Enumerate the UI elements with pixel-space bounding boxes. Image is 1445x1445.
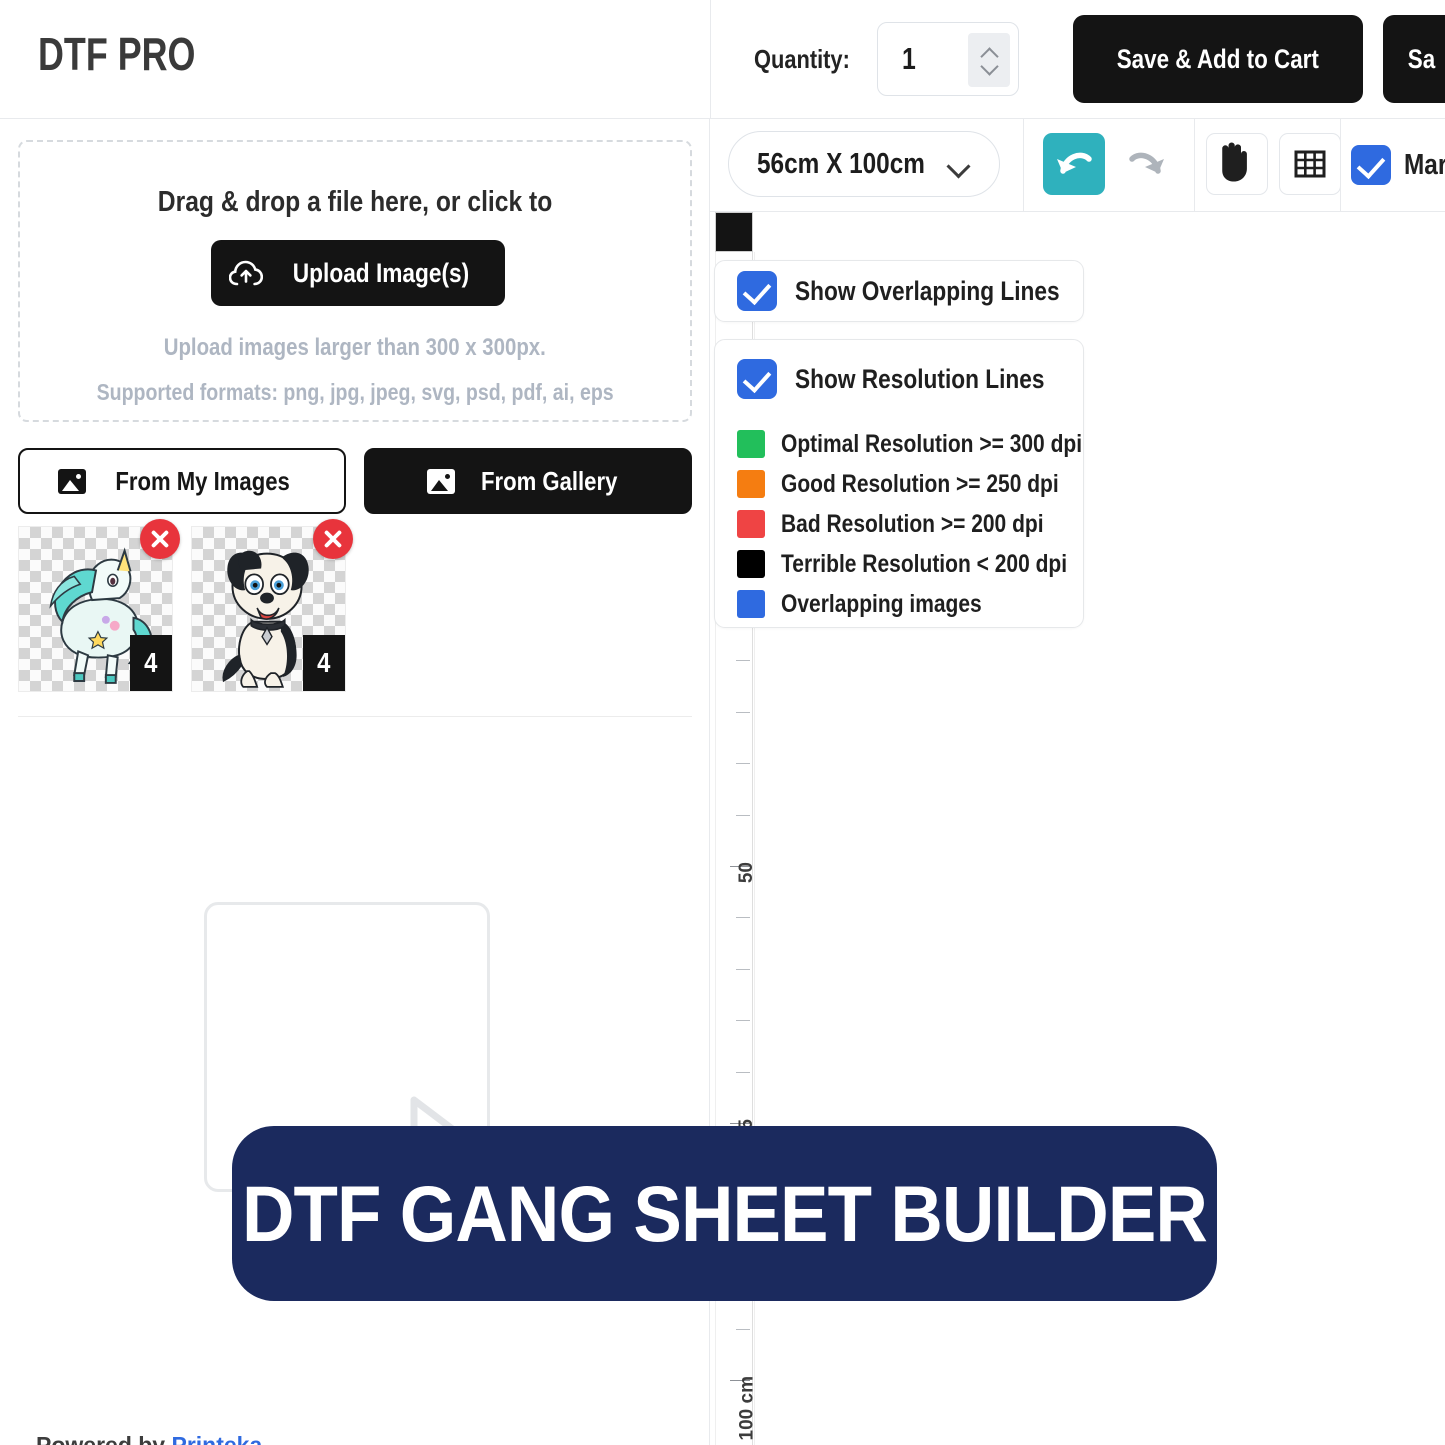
from-gallery-button[interactable]: From Gallery	[364, 448, 692, 514]
dropzone-formats-hint: Supported formats: png, jpg, jpeg, svg, …	[96, 379, 614, 405]
checkbox-checked-icon[interactable]	[737, 359, 777, 399]
delete-thumbnail-button[interactable]	[140, 519, 180, 559]
ruler-tick-minor	[736, 763, 750, 765]
from-my-images-label: From My Images	[115, 465, 291, 496]
toolbar-divider	[1194, 119, 1195, 212]
upload-images-button[interactable]: Upload Image(s)	[211, 240, 505, 306]
ruler-tick-minor	[736, 968, 750, 970]
legend-item-label: Terrible Resolution < 200 dpi	[781, 549, 1068, 578]
app-logo: DTF PRO	[38, 28, 196, 80]
show-resolution-lines-label: Show Resolution Lines	[795, 363, 1045, 394]
chevron-down-icon	[946, 154, 971, 179]
save-button-partial-label: Sa	[1407, 43, 1436, 74]
ruler-tick-minor	[736, 1071, 750, 1073]
show-overlapping-lines-label: Show Overlapping Lines	[795, 275, 1060, 306]
canvas-toolbar: 56cm X 100cm Mar	[710, 119, 1445, 212]
resolution-legend-item: Optimal Resolution >= 300 dpi	[737, 424, 1139, 464]
chevron-down-icon[interactable]	[982, 63, 997, 72]
from-gallery-label: From Gallery	[480, 465, 618, 496]
image-source-buttons: From My Images From Gallery	[18, 448, 692, 514]
powered-by-footer: Powered by Printeka	[36, 1432, 262, 1445]
grid-toggle-button[interactable]	[1279, 133, 1341, 195]
resolution-legend-list: Optimal Resolution >= 300 dpi Good Resolu…	[737, 424, 1139, 624]
legend-color-swatch	[737, 550, 765, 578]
dtf-gang-sheet-builder-app: DTF PRO Quantity: 1 Save & Add to Cart S…	[0, 0, 1445, 1445]
undo-icon	[1057, 152, 1092, 174]
promo-banner-text: DTF GANG SHEET BUILDER	[242, 1168, 1208, 1258]
show-overlapping-lines-panel[interactable]: Show Overlapping Lines	[714, 260, 1084, 322]
resolution-legend-item: Terrible Resolution < 200 dpi	[737, 544, 1139, 584]
legend-item-label: Optimal Resolution >= 300 dpi	[781, 429, 1083, 458]
sheet-size-select[interactable]: 56cm X 100cm	[728, 131, 1000, 197]
dropzone-size-hint: Upload images larger than 300 x 300px.	[163, 334, 547, 361]
thumbnail-count-badge: 4	[130, 635, 172, 691]
pan-tool-button[interactable]	[1206, 133, 1268, 195]
dropzone-title: Drag & drop a file here, or click to	[157, 186, 553, 218]
quantity-input[interactable]: 1	[877, 22, 1019, 96]
margin-checkbox[interactable]: Margin	[1351, 145, 1445, 185]
resolution-legend-item: Overlapping images	[737, 584, 1139, 624]
app-header: DTF PRO Quantity: 1 Save & Add to Cart S…	[0, 0, 1445, 119]
thumbnail-count-badge: 4	[303, 635, 345, 691]
quantity-stepper[interactable]	[968, 33, 1010, 87]
ruler-tick-minor	[736, 814, 750, 816]
ruler-tick-minor	[736, 711, 750, 713]
thumbnail-item[interactable]: 4	[18, 519, 180, 692]
cloud-upload-icon	[229, 260, 264, 286]
legend-color-swatch	[737, 470, 765, 498]
resolution-legend-item: Good Resolution >= 250 dpi	[737, 464, 1139, 504]
checkbox-checked-icon	[1351, 145, 1391, 185]
powered-by-brand[interactable]: Printeka	[171, 1432, 262, 1445]
powered-by-prefix: Powered by	[36, 1432, 172, 1445]
legend-item-label: Overlapping images	[781, 589, 982, 618]
legend-color-swatch	[737, 430, 765, 458]
ruler-tick-minor	[736, 1020, 750, 1022]
save-and-add-to-cart-label: Save & Add to Cart	[1116, 43, 1320, 74]
show-resolution-lines-panel[interactable]: Show Resolution Lines Optimal Resolution…	[714, 339, 1084, 628]
panel-divider	[18, 716, 692, 717]
redo-button[interactable]	[1116, 133, 1178, 195]
file-dropzone[interactable]: Drag & drop a file here, or click to Upl…	[18, 140, 692, 422]
hand-icon	[1222, 142, 1247, 182]
image-icon	[426, 468, 455, 494]
legend-color-swatch	[737, 590, 765, 618]
from-my-images-button[interactable]: From My Images	[18, 448, 346, 514]
legend-item-label: Bad Resolution >= 200 dpi	[781, 509, 1044, 538]
quantity-label: Quantity:	[754, 44, 850, 74]
resolution-legend-item: Bad Resolution >= 200 dpi	[737, 504, 1139, 544]
ruler-tick-minor	[736, 1328, 750, 1330]
quantity-value: 1	[902, 41, 916, 76]
save-and-add-to-cart-button[interactable]: Save & Add to Cart	[1073, 15, 1363, 103]
upload-images-label: Upload Image(s)	[293, 257, 470, 288]
undo-button[interactable]	[1043, 133, 1105, 195]
legend-color-swatch	[737, 510, 765, 538]
toolbar-divider	[1023, 119, 1024, 212]
toolbar-divider	[1340, 119, 1341, 212]
delete-thumbnail-button[interactable]	[313, 519, 353, 559]
redo-icon	[1129, 152, 1164, 174]
legend-item-label: Good Resolution >= 250 dpi	[781, 469, 1059, 498]
grid-icon	[1294, 150, 1326, 178]
header-divider	[710, 0, 711, 119]
ruler-tick-minor	[736, 917, 750, 919]
sheet-size-label: 56cm X 100cm	[757, 147, 925, 180]
margin-label: Margin	[1404, 148, 1445, 181]
checkbox-checked-icon[interactable]	[737, 271, 777, 311]
ruler-tick-minor	[736, 660, 750, 662]
ruler-origin-box	[715, 212, 753, 252]
promo-banner: DTF GANG SHEET BUILDER	[232, 1126, 1217, 1301]
show-resolution-lines-row[interactable]: Show Resolution Lines	[737, 359, 1092, 399]
thumbnail-item[interactable]: 4	[191, 519, 353, 692]
image-icon	[58, 468, 87, 494]
save-button-partial[interactable]: Sa	[1383, 15, 1445, 103]
